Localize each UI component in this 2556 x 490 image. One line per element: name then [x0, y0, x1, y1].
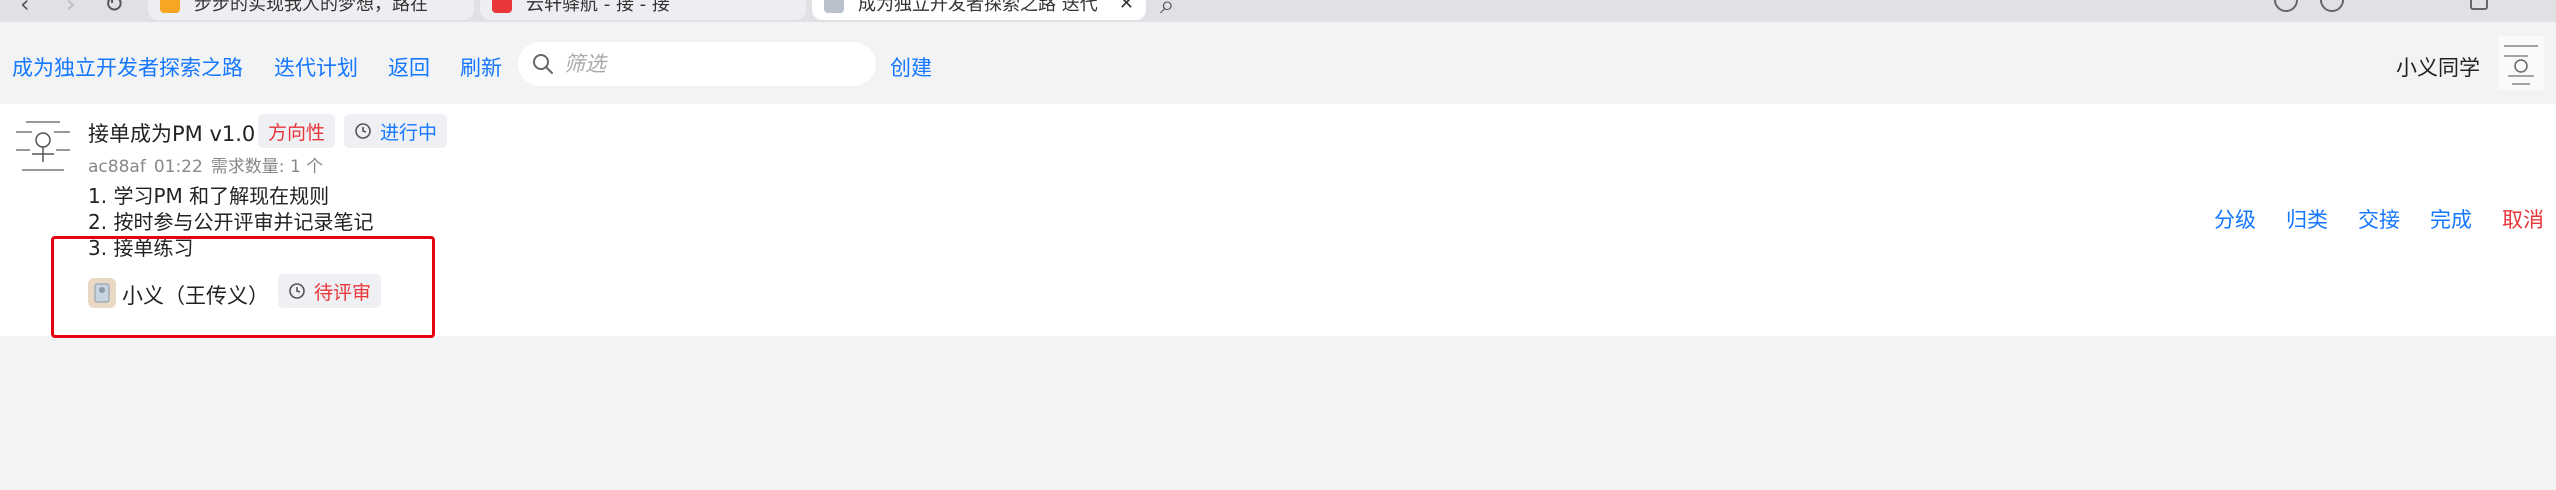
clock-icon [289, 283, 305, 299]
requirement-line: 2. 按时参与公开评审并记录笔记 [88, 210, 374, 234]
browser-tab-title: 成为独立开发者探索之路 迭代 [858, 0, 1098, 15]
item-time: 01:22 [153, 157, 203, 177]
requirement-line: 1. 学习PM 和了解现在规则 [88, 184, 330, 208]
status-badge: 进行中 [344, 114, 448, 148]
user-avatar[interactable] [2498, 36, 2544, 90]
tab-favicon-icon [160, 0, 180, 13]
requirement-line: 3. 接单练习 [88, 236, 194, 260]
browser-tab-2[interactable]: 云轩驿航 - 接 - 接 [480, 0, 806, 20]
assignee-avatar [88, 278, 116, 308]
app-header: 成为独立开发者探索之路 迭代计划 返回 刷新 创建 小义同学 [0, 22, 2556, 104]
browser-tab-title: 云轩驿航 - 接 - 接 [526, 0, 670, 15]
browser-tab-title: 步步的实现我人的梦想，路在 [194, 0, 428, 15]
review-status-badge[interactable]: 待评审 [278, 274, 382, 308]
handover-action[interactable]: 交接 [2358, 204, 2400, 234]
tab-close-icon[interactable]: ✕ [1119, 0, 1134, 14]
item-title[interactable]: 接单成为PM v1.0 [88, 118, 255, 148]
direction-tag: 方向性 [258, 114, 336, 148]
iteration-plan-link[interactable]: 迭代计划 [274, 52, 358, 82]
classify-action[interactable]: 归类 [2286, 204, 2328, 234]
iteration-item-card: 接单成为PM v1.0 方向性 进行中 ac88af 01:22 需求数量: 1 个… [0, 104, 2556, 336]
complete-action[interactable]: 完成 [2430, 204, 2472, 234]
search-icon [533, 54, 553, 74]
requirement-count: 需求数量: 1 个 [210, 157, 324, 177]
create-link[interactable]: 创建 [890, 52, 932, 82]
tab-favicon-icon [492, 0, 512, 13]
back-arrow-icon[interactable]: ‹ [20, 0, 30, 18]
review-status-label: 待评审 [314, 281, 372, 304]
reload-icon[interactable]: ↻ [104, 0, 124, 18]
forward-arrow-icon[interactable]: › [66, 0, 76, 18]
window-restore-icon[interactable] [2470, 0, 2488, 10]
item-owner-avatar [12, 114, 74, 178]
item-meta: ac88af 01:22 需求数量: 1 个 [88, 152, 323, 177]
back-link[interactable]: 返回 [388, 52, 430, 82]
globe-icon[interactable] [2320, 0, 2344, 12]
project-link[interactable]: 成为独立开发者探索之路 [12, 52, 243, 82]
new-tab-search-icon[interactable]: ⌕ [1160, 0, 1175, 21]
filter-search-box[interactable] [518, 42, 876, 86]
clock-icon [355, 123, 371, 139]
refresh-link[interactable]: 刷新 [460, 52, 502, 82]
tab-favicon-icon [824, 0, 844, 13]
assignee-name: 小义（王传义） [122, 284, 269, 308]
item-hash: ac88af [88, 157, 146, 177]
download-icon[interactable] [2274, 0, 2298, 12]
browser-tab-strip: ‹ › ↻ 步步的实现我人的梦想，路在 云轩驿航 - 接 - 接 成为独立开发者… [0, 0, 2556, 22]
browser-tab-1[interactable]: 步步的实现我人的梦想，路在 [148, 0, 474, 20]
filter-input[interactable] [564, 52, 854, 76]
status-badge-label: 进行中 [380, 121, 438, 144]
direction-tag-label: 方向性 [268, 121, 326, 144]
username-label: 小义同学 [2396, 56, 2480, 80]
grade-action[interactable]: 分级 [2214, 204, 2256, 234]
browser-tab-3-active[interactable]: 成为独立开发者探索之路 迭代 ✕ [812, 0, 1146, 20]
cancel-action[interactable]: 取消 [2502, 204, 2544, 234]
